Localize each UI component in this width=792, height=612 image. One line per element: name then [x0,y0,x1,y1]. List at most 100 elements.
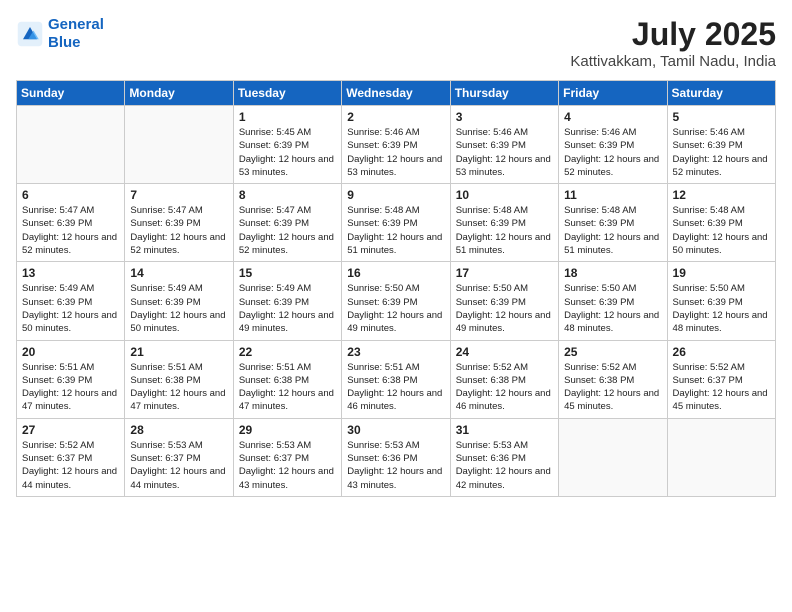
day-number: 30 [347,423,444,437]
day-info: Sunrise: 5:46 AM Sunset: 6:39 PM Dayligh… [564,126,661,179]
calendar-cell: 13 Sunrise: 5:49 AM Sunset: 6:39 PM Dayli… [17,262,125,340]
day-info: Sunrise: 5:52 AM Sunset: 6:38 PM Dayligh… [456,361,553,414]
day-info: Sunrise: 5:50 AM Sunset: 6:39 PM Dayligh… [564,282,661,335]
calendar-cell: 15 Sunrise: 5:49 AM Sunset: 6:39 PM Dayli… [233,262,341,340]
column-header-sunday: Sunday [17,81,125,106]
day-info: Sunrise: 5:51 AM Sunset: 6:38 PM Dayligh… [239,361,336,414]
calendar-cell [559,418,667,496]
calendar-cell: 11 Sunrise: 5:48 AM Sunset: 6:39 PM Dayli… [559,184,667,262]
column-header-saturday: Saturday [667,81,775,106]
column-header-monday: Monday [125,81,233,106]
day-number: 22 [239,345,336,359]
calendar-week-5: 27Sunrise: 5:52 AM Sunset: 6:37 PM Dayli… [17,418,776,496]
day-number: 16 [347,266,444,280]
calendar-cell: 3 Sunrise: 5:46 AM Sunset: 6:39 PM Daylig… [450,106,558,184]
column-header-friday: Friday [559,81,667,106]
day-info: Sunrise: 5:52 AM Sunset: 6:37 PM Dayligh… [22,439,119,492]
calendar-cell: 31Sunrise: 5:53 AM Sunset: 6:36 PM Dayli… [450,418,558,496]
calendar-cell: 17Sunrise: 5:50 AM Sunset: 6:39 PM Dayli… [450,262,558,340]
calendar-cell: 23 Sunrise: 5:51 AM Sunset: 6:38 PM Dayli… [342,340,450,418]
day-number: 29 [239,423,336,437]
day-number: 17 [456,266,553,280]
day-info: Sunrise: 5:52 AM Sunset: 6:37 PM Dayligh… [673,361,770,414]
day-number: 9 [347,188,444,202]
calendar-cell [17,106,125,184]
logo-text: General Blue [48,16,104,52]
day-number: 24 [456,345,553,359]
day-info: Sunrise: 5:53 AM Sunset: 6:36 PM Dayligh… [456,439,553,492]
day-info: Sunrise: 5:48 AM Sunset: 6:39 PM Dayligh… [347,204,444,257]
day-info: Sunrise: 5:49 AM Sunset: 6:39 PM Dayligh… [22,282,119,335]
calendar-week-2: 6 Sunrise: 5:47 AM Sunset: 6:39 PM Daylig… [17,184,776,262]
day-number: 26 [673,345,770,359]
day-number: 18 [564,266,661,280]
day-number: 28 [130,423,227,437]
calendar-cell [667,418,775,496]
day-number: 5 [673,110,770,124]
day-number: 20 [22,345,119,359]
calendar-cell: 21Sunrise: 5:51 AM Sunset: 6:38 PM Dayli… [125,340,233,418]
calendar-cell: 30 Sunrise: 5:53 AM Sunset: 6:36 PM Dayli… [342,418,450,496]
calendar-week-1: 1Sunrise: 5:45 AM Sunset: 6:39 PM Daylig… [17,106,776,184]
day-info: Sunrise: 5:51 AM Sunset: 6:39 PM Dayligh… [22,361,119,414]
calendar-cell: 28 Sunrise: 5:53 AM Sunset: 6:37 PM Dayli… [125,418,233,496]
day-number: 21 [130,345,227,359]
calendar-header-row: SundayMondayTuesdayWednesdayThursdayFrid… [17,81,776,106]
day-number: 14 [130,266,227,280]
day-info: Sunrise: 5:46 AM Sunset: 6:39 PM Dayligh… [456,126,553,179]
day-info: Sunrise: 5:45 AM Sunset: 6:39 PM Dayligh… [239,126,336,179]
day-info: Sunrise: 5:48 AM Sunset: 6:39 PM Dayligh… [564,204,661,257]
calendar-week-4: 20 Sunrise: 5:51 AM Sunset: 6:39 PM Dayli… [17,340,776,418]
day-info: Sunrise: 5:47 AM Sunset: 6:39 PM Dayligh… [130,204,227,257]
day-number: 3 [456,110,553,124]
calendar-cell: 20 Sunrise: 5:51 AM Sunset: 6:39 PM Dayli… [17,340,125,418]
day-number: 7 [130,188,227,202]
day-info: Sunrise: 5:52 AM Sunset: 6:38 PM Dayligh… [564,361,661,414]
calendar-cell: 18 Sunrise: 5:50 AM Sunset: 6:39 PM Dayli… [559,262,667,340]
calendar-cell: 10 Sunrise: 5:48 AM Sunset: 6:39 PM Dayli… [450,184,558,262]
calendar-cell: 19 Sunrise: 5:50 AM Sunset: 6:39 PM Dayli… [667,262,775,340]
day-info: Sunrise: 5:48 AM Sunset: 6:39 PM Dayligh… [456,204,553,257]
calendar-cell: 8Sunrise: 5:47 AM Sunset: 6:39 PM Daylig… [233,184,341,262]
day-number: 10 [456,188,553,202]
page-header: General Blue July 2025 Kattivakkam, Tami… [16,16,776,70]
main-title: July 2025 [570,16,776,53]
calendar-cell: 27Sunrise: 5:52 AM Sunset: 6:37 PM Dayli… [17,418,125,496]
day-info: Sunrise: 5:48 AM Sunset: 6:39 PM Dayligh… [673,204,770,257]
day-number: 8 [239,188,336,202]
day-number: 2 [347,110,444,124]
column-header-tuesday: Tuesday [233,81,341,106]
column-header-thursday: Thursday [450,81,558,106]
calendar-cell: 1Sunrise: 5:45 AM Sunset: 6:39 PM Daylig… [233,106,341,184]
calendar-cell: 25 Sunrise: 5:52 AM Sunset: 6:38 PM Dayli… [559,340,667,418]
calendar-cell: 26 Sunrise: 5:52 AM Sunset: 6:37 PM Dayli… [667,340,775,418]
calendar-cell: 16Sunrise: 5:50 AM Sunset: 6:39 PM Dayli… [342,262,450,340]
day-info: Sunrise: 5:53 AM Sunset: 6:36 PM Dayligh… [347,439,444,492]
day-number: 11 [564,188,661,202]
calendar-cell: 12 Sunrise: 5:48 AM Sunset: 6:39 PM Dayli… [667,184,775,262]
day-info: Sunrise: 5:51 AM Sunset: 6:38 PM Dayligh… [347,361,444,414]
column-header-wednesday: Wednesday [342,81,450,106]
calendar-cell: 6Sunrise: 5:47 AM Sunset: 6:39 PM Daylig… [17,184,125,262]
day-number: 23 [347,345,444,359]
subtitle: Kattivakkam, Tamil Nadu, India [570,53,776,70]
calendar-cell: 4 Sunrise: 5:46 AM Sunset: 6:39 PM Daylig… [559,106,667,184]
day-number: 4 [564,110,661,124]
day-number: 19 [673,266,770,280]
day-number: 6 [22,188,119,202]
calendar-cell: 9 Sunrise: 5:48 AM Sunset: 6:39 PM Daylig… [342,184,450,262]
calendar-cell: 5 Sunrise: 5:46 AM Sunset: 6:39 PM Daylig… [667,106,775,184]
day-info: Sunrise: 5:49 AM Sunset: 6:39 PM Dayligh… [130,282,227,335]
day-info: Sunrise: 5:53 AM Sunset: 6:37 PM Dayligh… [239,439,336,492]
day-info: Sunrise: 5:50 AM Sunset: 6:39 PM Dayligh… [673,282,770,335]
day-number: 12 [673,188,770,202]
day-number: 25 [564,345,661,359]
day-info: Sunrise: 5:53 AM Sunset: 6:37 PM Dayligh… [130,439,227,492]
day-number: 13 [22,266,119,280]
calendar-week-3: 13 Sunrise: 5:49 AM Sunset: 6:39 PM Dayli… [17,262,776,340]
day-info: Sunrise: 5:49 AM Sunset: 6:39 PM Dayligh… [239,282,336,335]
logo-icon [16,20,44,48]
day-info: Sunrise: 5:46 AM Sunset: 6:39 PM Dayligh… [673,126,770,179]
logo: General Blue [16,16,104,52]
day-number: 15 [239,266,336,280]
